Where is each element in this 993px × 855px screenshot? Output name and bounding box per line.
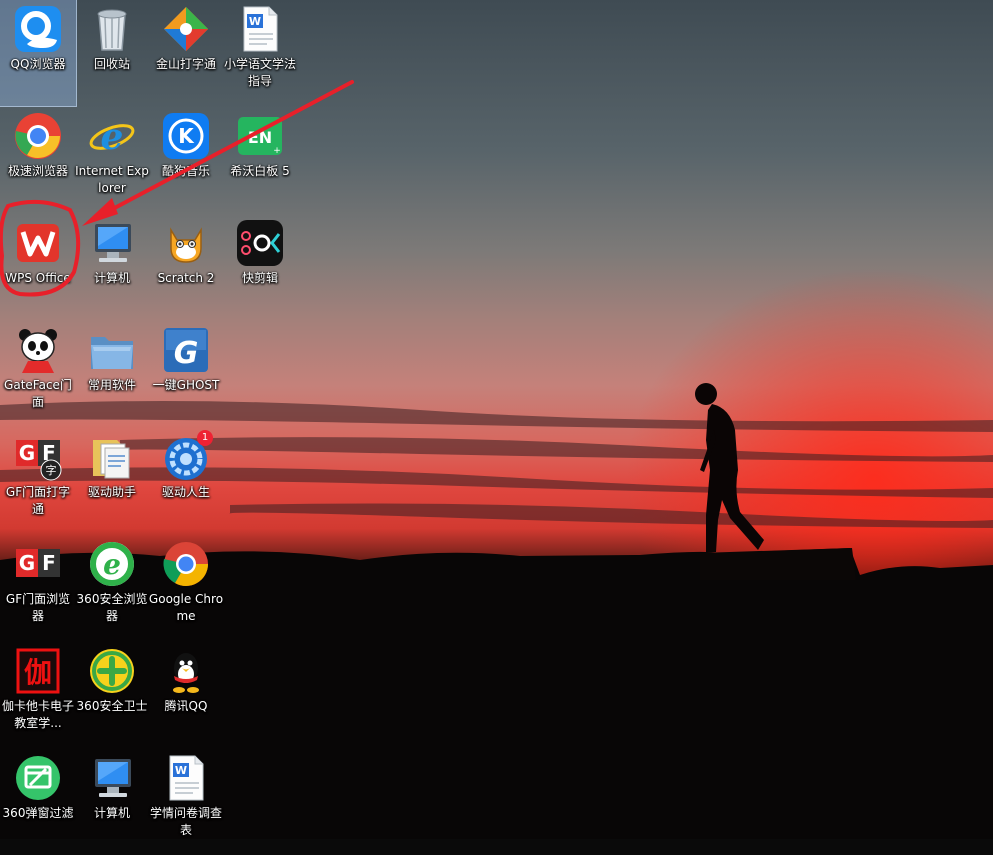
desktop-icon-scratch[interactable]: Scratch 2 (148, 214, 224, 320)
desktop-icon-driver-life[interactable]: 1 驱动人生 (148, 428, 224, 534)
desktop-icon-internet-explorer[interactable]: e Internet Explorer (74, 107, 150, 213)
jiakatake-icon: 伽 (13, 646, 63, 696)
desktop-icon-label: Google Chrome (148, 592, 224, 623)
desktop-icon-label: 计算机 (93, 806, 130, 820)
desktop-icon-label: 计算机 (93, 271, 130, 285)
guard-360-icon (87, 646, 137, 696)
desktop-icon-label: 希沃白板 5 (230, 164, 290, 178)
desktop-icon-gf-typing[interactable]: GF字 GF门面打字通 (0, 428, 76, 534)
desktop-icon-label: GateFace门面 (4, 378, 72, 409)
desktop-icon-label: 360安全浏览器 (76, 592, 148, 623)
popup-filter-icon (13, 753, 63, 803)
chrome-icon (161, 539, 211, 589)
desktop-icon-computer[interactable]: 计算机 (74, 214, 150, 320)
desktop-icon-label: 腾讯QQ (164, 699, 208, 713)
word-document-icon: W (161, 753, 211, 803)
svg-text:W: W (175, 764, 187, 777)
gear-badge-icon: 1 (161, 430, 213, 482)
desktop-icon-label: 驱动助手 (87, 485, 136, 499)
svg-text:G: G (174, 336, 199, 371)
desktop-icon-qq-browser[interactable]: QQ浏览器 (0, 0, 77, 107)
desktop-icon-label: 一键GHOST (152, 378, 220, 392)
desktop-icon-speed-browser[interactable]: 极速浏览器 (0, 107, 76, 213)
desktop-icon-wps-office[interactable]: WPS Office (0, 214, 76, 320)
folder-icon (87, 325, 137, 375)
desktop-icon-label: 金山打字通 (155, 57, 216, 71)
desktop-icon-jinshan-typing[interactable]: 金山打字通 (148, 0, 224, 106)
ghost-icon: G (161, 325, 211, 375)
svg-text:e: e (101, 116, 124, 158)
computer-icon (87, 218, 137, 268)
desktop-icon-label: WPS Office (5, 271, 71, 285)
svg-text:+: + (273, 146, 281, 156)
desktop-icon-browser-360[interactable]: e 360安全浏览器 (74, 535, 150, 641)
word-document-icon: W (235, 4, 285, 54)
kuaijianji-icon (235, 218, 285, 268)
desktop-icon-gf-browser[interactable]: GF GF门面浏览器 (0, 535, 76, 641)
desktop-icon-recycle-bin[interactable]: 回收站 (74, 0, 150, 106)
svg-text:F: F (42, 551, 56, 575)
desktop-icon-word-doc-grammar[interactable]: W 小学语文学法指导 (222, 0, 298, 106)
desktop-icon-label: 酷狗音乐 (161, 164, 210, 178)
desktop-icon-label: 小学语文学法指导 (223, 57, 296, 88)
gf-typing-icon: GF字 (13, 432, 63, 482)
notification-badge: 1 (197, 430, 213, 446)
svg-text:G: G (19, 441, 35, 465)
desktop-icon-label: 伽卡他卡电子教室学... (1, 699, 74, 730)
svg-text:K: K (178, 124, 195, 148)
desktop-icon-label: GF门面打字通 (5, 485, 71, 516)
desktop-icon-label: Internet Explorer (75, 164, 149, 195)
qq-browser-icon (13, 4, 63, 54)
desktop-icon-seewo-whiteboard[interactable]: EN + 希沃白板 5 (222, 107, 298, 213)
recycle-bin-icon (87, 4, 137, 54)
computer-icon (87, 753, 137, 803)
desktop-icon-computer-2[interactable]: 计算机 (74, 749, 150, 855)
desktop-icon-common-software[interactable]: 常用软件 (74, 321, 150, 427)
desktop-icon-word-doc-survey[interactable]: W 学情问卷调查表 (148, 749, 224, 855)
desktop-icon-label: 快剪辑 (241, 271, 278, 285)
desktop-icon-gateface[interactable]: GateFace门面 (0, 321, 76, 427)
wps-icon (13, 218, 63, 268)
desktop-icon-label: 360弹窗过滤 (2, 806, 74, 820)
desktop-icon-guard-360[interactable]: 360安全卫士 (74, 642, 150, 748)
desktop-icon-kuaijianji[interactable]: 快剪辑 (222, 214, 298, 320)
desktop-icon-label: 极速浏览器 (7, 164, 68, 178)
browser-360-icon: e (87, 539, 137, 589)
desktop-icon-label: 回收站 (93, 57, 130, 71)
desktop-icon-jiakatake[interactable]: 伽 伽卡他卡电子教室学... (0, 642, 76, 748)
desktop-icon-label: GF门面浏览器 (5, 592, 71, 623)
desktop-icon-label: 学情问卷调查表 (149, 806, 222, 837)
scratch-cat-icon (161, 218, 211, 268)
svg-text:EN: EN (248, 128, 272, 147)
desktop-icon-tencent-qq[interactable]: 腾讯QQ (148, 642, 224, 748)
gf-icon: GF (13, 539, 63, 589)
svg-text:字: 字 (46, 463, 57, 477)
panda-icon (13, 325, 63, 375)
desktop-icon-label: 驱动人生 (161, 485, 210, 499)
svg-text:W: W (249, 15, 261, 28)
desktop-icon-driver-helper[interactable]: 驱动助手 (74, 428, 150, 534)
desktop-icon-label: Scratch 2 (157, 271, 215, 285)
speed-browser-icon (13, 111, 63, 161)
kugou-icon: K (161, 111, 211, 161)
desktop-icon-ghost[interactable]: G 一键GHOST (148, 321, 224, 427)
ie-icon: e (87, 111, 137, 161)
desktop-icon-label: 常用软件 (87, 378, 136, 392)
svg-text:伽: 伽 (24, 656, 52, 689)
desktop-icon-popup-filter-360[interactable]: 360弹窗过滤 (0, 749, 76, 855)
qq-penguin-icon (161, 646, 211, 696)
svg-text:e: e (103, 548, 121, 581)
desktop-icon-kugou-music[interactable]: K 酷狗音乐 (148, 107, 224, 213)
seewo-icon: EN + (235, 111, 285, 161)
folder-docs-icon (87, 432, 137, 482)
svg-text:G: G (19, 551, 35, 575)
desktop-icon-label: QQ浏览器 (10, 57, 66, 71)
desktop-icon-google-chrome[interactable]: Google Chrome (148, 535, 224, 641)
jinshan-typing-icon (161, 4, 211, 54)
desktop-icon-label: 360安全卫士 (76, 699, 148, 713)
